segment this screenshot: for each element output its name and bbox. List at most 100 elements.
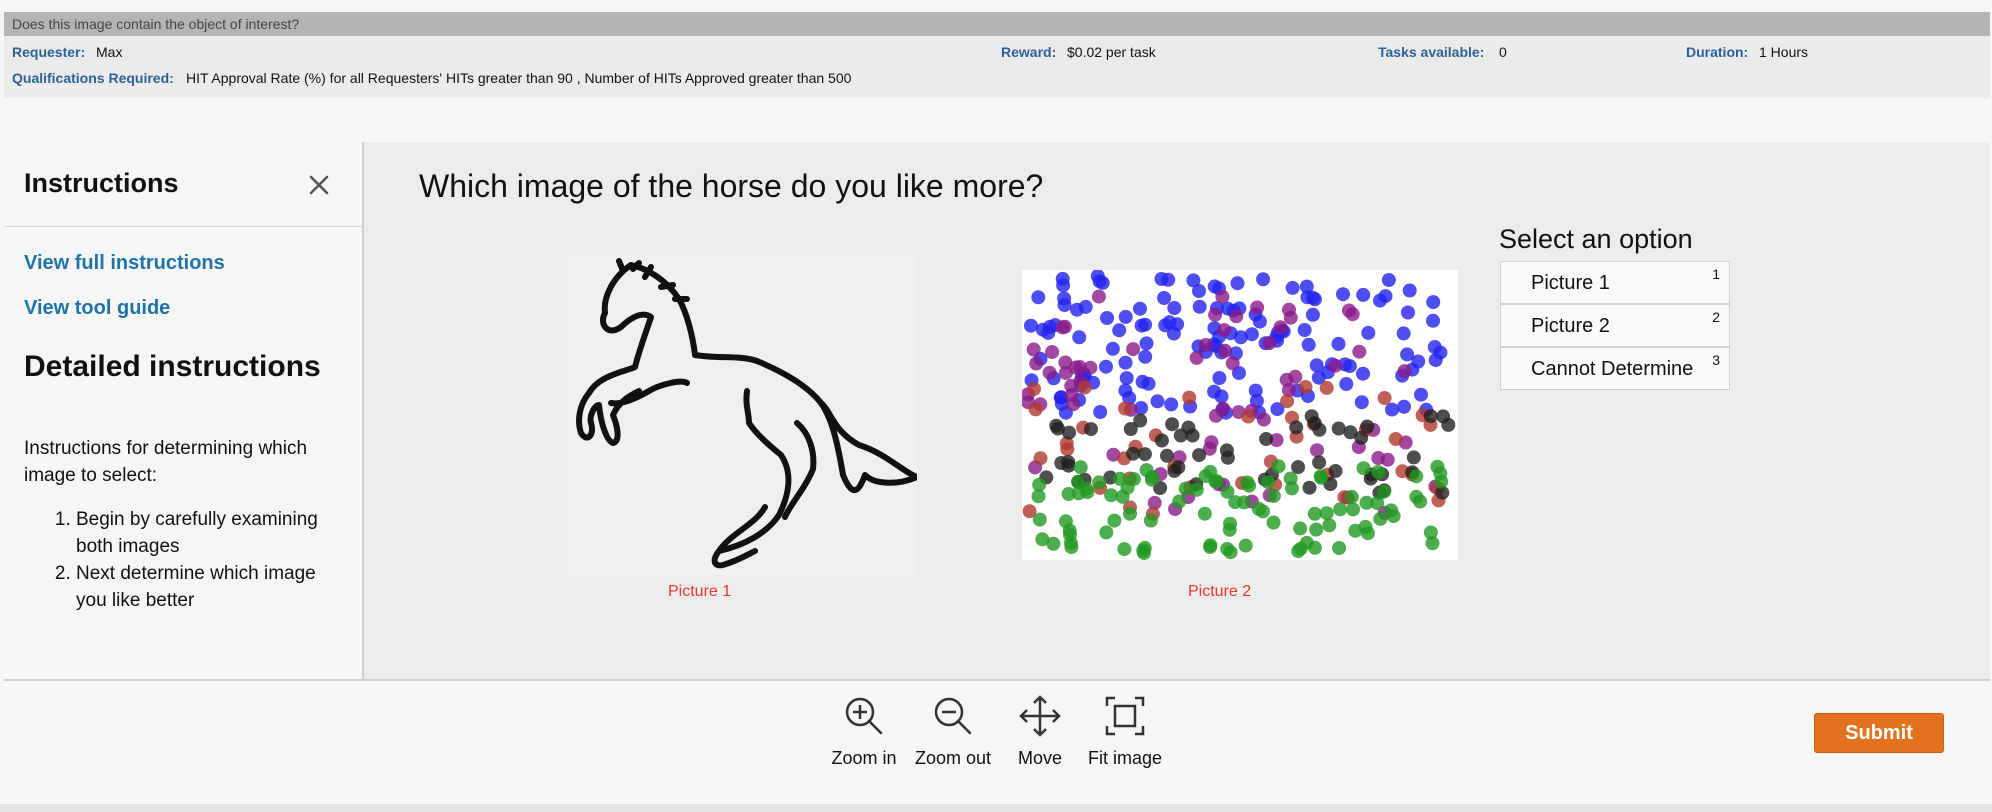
option-shortcut-key: 2 — [1712, 309, 1720, 325]
scatter-dot — [1078, 299, 1093, 314]
zoom-in-button[interactable]: Zoom in — [819, 690, 909, 774]
scatter-dot — [1167, 301, 1182, 315]
scatter-dot — [1352, 344, 1367, 359]
scatter-dot — [1308, 540, 1322, 555]
option-label: Cannot Determine — [1531, 358, 1694, 380]
scatter-dot — [1356, 461, 1371, 476]
view-full-instructions-link[interactable]: View full instructions — [24, 252, 225, 275]
picture-2-image — [1021, 269, 1458, 560]
scatter-dot — [1266, 515, 1281, 530]
scatter-dot — [1333, 502, 1348, 517]
duration-value: 1 Hours — [1759, 44, 1809, 60]
scatter-dot — [1280, 394, 1295, 409]
scatter-dot — [1060, 442, 1075, 457]
option-cannot-determine[interactable]: Cannot Determine 3 — [1500, 347, 1730, 390]
scatter-dot — [1092, 475, 1107, 490]
scatter-dot — [1259, 432, 1274, 446]
view-tool-guide-link[interactable]: View tool guide — [24, 297, 170, 320]
move-button[interactable]: Move — [995, 690, 1085, 774]
scatter-dot — [1313, 469, 1328, 484]
instructions-intro: Instructions for determining which image… — [24, 438, 308, 486]
scatter-dot — [1266, 488, 1281, 503]
scatter-dot — [1336, 287, 1350, 302]
hit-title: Does this image contain the object of in… — [12, 16, 300, 32]
duration-label: Duration: — [1686, 44, 1749, 60]
scatter-dot — [1273, 320, 1288, 335]
scatter-dot — [1107, 513, 1122, 528]
scatter-dot — [1406, 450, 1421, 465]
scatter-dot — [1058, 514, 1073, 529]
scatter-dot — [1283, 471, 1298, 486]
scatter-dot — [1064, 540, 1079, 555]
submit-button[interactable]: Submit — [1814, 713, 1944, 753]
scatter-dot — [1118, 401, 1133, 416]
scatter-dot — [1208, 307, 1223, 322]
qualifications-label: Qualifications Required: — [12, 70, 174, 86]
scatter-dot — [1049, 418, 1064, 433]
scatter-dot — [1162, 315, 1177, 330]
scatter-dot — [1046, 536, 1061, 551]
zoom-out-label: Zoom out — [914, 748, 992, 768]
scatter-dot — [1288, 369, 1303, 384]
page-bottom-strip — [0, 804, 1992, 812]
scatter-dot — [1423, 409, 1438, 424]
scatter-dot — [1143, 513, 1158, 528]
scatter-dot — [1218, 343, 1233, 358]
scatter-dot — [1031, 290, 1046, 305]
scatter-dot — [1356, 366, 1370, 381]
scatter-dot — [1033, 451, 1048, 466]
option-shortcut-key: 3 — [1712, 352, 1720, 368]
scatter-dot — [1289, 420, 1304, 435]
scatter-dot — [1377, 391, 1392, 405]
zoom-out-button[interactable]: Zoom out — [908, 690, 998, 774]
scatter-dot — [1360, 419, 1375, 434]
scatter-dots-picture — [1021, 269, 1456, 560]
scatter-dot — [1171, 460, 1186, 475]
scatter-dot — [1426, 313, 1440, 328]
scatter-dot — [1133, 301, 1147, 316]
scatter-dot — [1385, 402, 1399, 417]
scatter-dot — [1214, 389, 1229, 404]
horse-line-drawing — [576, 258, 920, 569]
scatter-dot — [1223, 545, 1238, 560]
option-label: Picture 1 — [1531, 272, 1610, 294]
scatter-dot — [1425, 536, 1440, 551]
scatter-dot — [1436, 409, 1451, 424]
question-text: Which image of the horse do you like mor… — [419, 168, 1044, 204]
scatter-dot — [1099, 525, 1114, 540]
requester-value: Max — [96, 44, 123, 60]
scatter-dot — [1137, 546, 1151, 560]
fit-image-button[interactable]: Fit image — [1080, 690, 1170, 774]
scatter-dot — [1045, 345, 1060, 359]
scatter-dot — [1297, 323, 1312, 337]
scatter-dot — [1100, 311, 1114, 325]
scatter-dot — [1339, 377, 1354, 391]
scatter-dot — [1381, 273, 1396, 287]
option-picture-1[interactable]: Picture 1 1 — [1500, 261, 1730, 304]
scatter-dot — [1172, 494, 1187, 509]
scatter-dot — [1250, 300, 1265, 315]
scatter-dot — [1024, 318, 1038, 333]
scatter-dot — [1029, 356, 1044, 371]
reward-label: Reward: — [1001, 44, 1057, 60]
scatter-dot — [1055, 320, 1070, 335]
scatter-dot — [1361, 325, 1376, 340]
close-instructions-button[interactable] — [304, 170, 334, 200]
scatter-dot — [1035, 322, 1050, 337]
scatter-dot — [1241, 409, 1256, 424]
instructions-divider — [4, 226, 362, 227]
scatter-dot — [1062, 425, 1076, 440]
scatter-dot — [1182, 390, 1197, 405]
scatter-dot — [1308, 292, 1322, 307]
scatter-dot — [1126, 342, 1141, 357]
scatter-dot — [1139, 336, 1154, 351]
scatter-dot — [1348, 523, 1363, 538]
scatter-dot — [1112, 323, 1127, 338]
scatter-dot — [1192, 448, 1207, 463]
option-picture-2[interactable]: Picture 2 2 — [1500, 304, 1730, 347]
scatter-dot — [1197, 506, 1212, 521]
scatter-dot — [1135, 374, 1150, 389]
tasks-available-value: 0 — [1499, 44, 1507, 60]
tasks-available-label: Tasks available: — [1378, 44, 1485, 60]
scatter-dot — [1164, 397, 1179, 412]
